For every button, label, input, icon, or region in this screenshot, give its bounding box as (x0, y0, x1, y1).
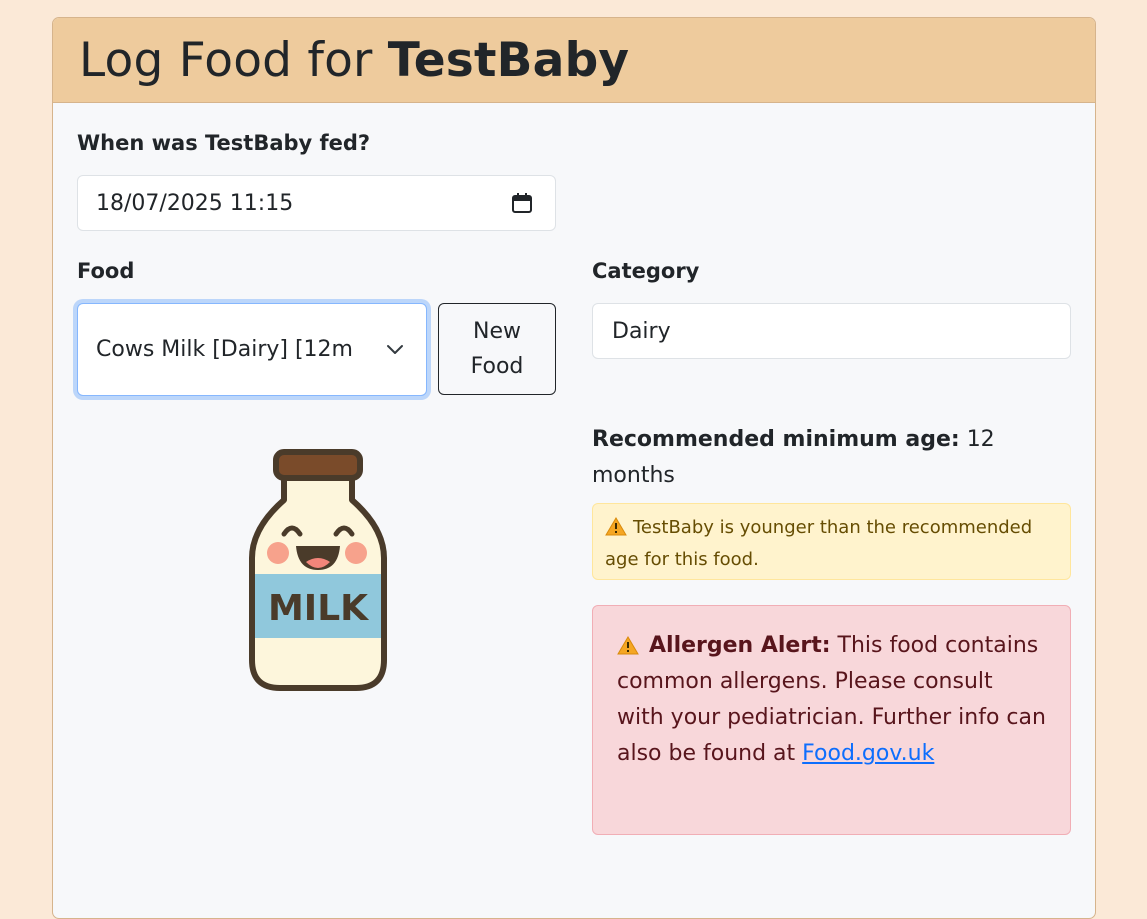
category-label: Category (592, 259, 700, 283)
food-select-value: Cows Milk [Dairy] [12m (96, 337, 353, 362)
log-food-card: Log Food for TestBaby When was TestBaby … (52, 17, 1096, 919)
age-warning-alert: TestBaby is younger than the recommended… (592, 503, 1071, 580)
chevron-down-icon (387, 345, 403, 354)
milk-bottle-image: MILK (249, 449, 387, 691)
age-warning-text: TestBaby is younger than the recommended… (605, 517, 1033, 570)
warning-icon (605, 517, 627, 536)
fed-time-input[interactable]: 18/07/2025 11:15 (77, 175, 556, 231)
min-age-label: Recommended minimum age: (592, 427, 960, 452)
food-gov-link[interactable]: Food.gov.uk (802, 741, 934, 766)
calendar-icon[interactable] (511, 192, 533, 214)
food-select[interactable]: Cows Milk [Dairy] [12m (77, 303, 427, 396)
milk-label-text: MILK (268, 588, 369, 629)
baby-name: TestBaby (387, 32, 630, 88)
category-field[interactable]: Dairy (592, 303, 1071, 359)
allergen-alert-title: Allergen Alert: (649, 633, 831, 658)
min-age-text: Recommended minimum age: 12 months (592, 422, 1032, 494)
title-prefix: Log Food for (79, 32, 388, 88)
page-title: Log Food for TestBaby (79, 33, 629, 88)
card-header: Log Food for TestBaby (53, 18, 1095, 103)
fed-time-label: When was TestBaby fed? (77, 131, 371, 155)
warning-icon (617, 636, 639, 655)
food-label: Food (77, 259, 135, 283)
fed-time-value: 18/07/2025 11:15 (96, 190, 294, 216)
category-value: Dairy (612, 318, 671, 344)
new-food-button[interactable]: New Food (438, 303, 556, 395)
allergen-alert: Allergen Alert: This food contains commo… (592, 605, 1071, 835)
